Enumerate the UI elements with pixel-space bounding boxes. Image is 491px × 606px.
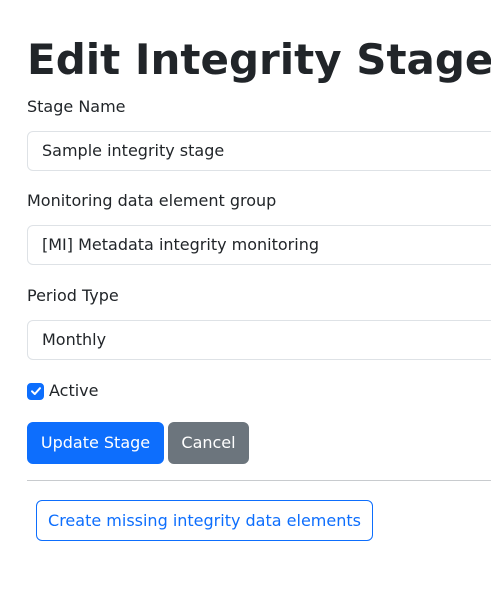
- monitoring-group-select[interactable]: [MI] Metadata integrity monitoring: [27, 225, 491, 265]
- section-divider: [27, 480, 491, 481]
- active-checkbox-label[interactable]: Active: [49, 381, 99, 401]
- update-stage-button[interactable]: Update Stage: [27, 422, 164, 464]
- monitoring-group-label: Monitoring data element group: [27, 191, 277, 210]
- stage-name-input[interactable]: Sample integrity stage: [27, 131, 491, 171]
- period-type-select[interactable]: Monthly: [27, 320, 491, 360]
- period-type-label: Period Type: [27, 286, 119, 305]
- active-checkbox[interactable]: [27, 382, 44, 400]
- create-missing-elements-button[interactable]: Create missing integrity data elements: [36, 500, 373, 541]
- stage-name-label: Stage Name: [27, 97, 126, 116]
- checkmark-icon: [30, 387, 41, 395]
- cancel-button[interactable]: Cancel: [168, 422, 249, 464]
- active-checkbox-row: Active: [27, 380, 99, 402]
- page-title: Edit Integrity Stage: [27, 35, 491, 84]
